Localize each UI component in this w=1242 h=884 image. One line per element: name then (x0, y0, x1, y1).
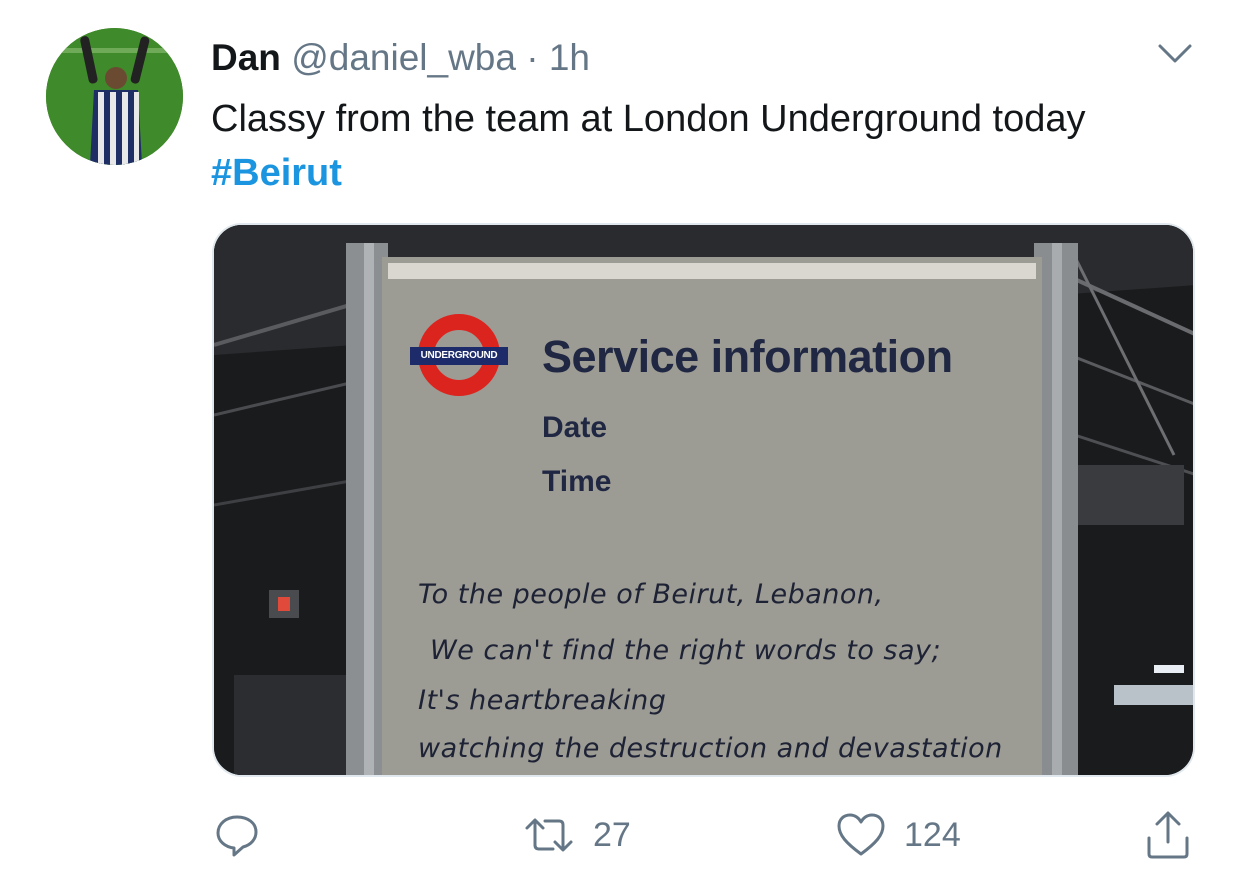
sign-title: Service information (542, 331, 953, 382)
reply-icon (214, 812, 260, 858)
sign-date-label: Date (542, 411, 608, 444)
handwritten-line: It's heartbreaking (418, 685, 667, 716)
avatar-image (46, 28, 183, 165)
separator-dot: · (526, 37, 539, 78)
tweet-text: Classy from the team at London Undergrou… (211, 92, 1161, 200)
like-count: 124 (904, 815, 961, 854)
tweet-media-photo[interactable]: UNDERGROUND Service information Date Tim… (212, 223, 1195, 777)
heart-icon (836, 812, 886, 858)
share-icon (1143, 810, 1193, 860)
retweet-icon (523, 812, 575, 858)
like-button[interactable]: 124 (836, 810, 961, 860)
tweet-actions-bar: 27 124 (0, 800, 1242, 870)
author-name[interactable]: Dan (211, 37, 281, 78)
hashtag-link[interactable]: #Beirut (211, 152, 342, 194)
share-button[interactable] (1143, 810, 1193, 860)
avatar[interactable] (46, 28, 183, 165)
handwritten-line: To the people of Beirut, Lebanon, (418, 579, 884, 610)
tweet-header: Dan @daniel_wba · 1h (211, 36, 590, 80)
author-handle[interactable]: @daniel_wba (291, 37, 516, 78)
sign-time-label: Time (542, 465, 612, 498)
tweet-body: Classy from the team at London Undergrou… (211, 98, 1086, 140)
tweet-timestamp[interactable]: 1h (549, 37, 590, 78)
handwritten-line: watching the destruction and devastation (418, 733, 1003, 764)
reply-button[interactable] (214, 810, 260, 860)
retweet-button[interactable]: 27 (523, 810, 631, 860)
underground-roundel-label: UNDERGROUND (410, 347, 508, 365)
chevron-down-icon[interactable] (1155, 36, 1195, 72)
retweet-count: 27 (593, 815, 631, 854)
handwritten-line: We can't find the right words to say; (430, 635, 942, 666)
